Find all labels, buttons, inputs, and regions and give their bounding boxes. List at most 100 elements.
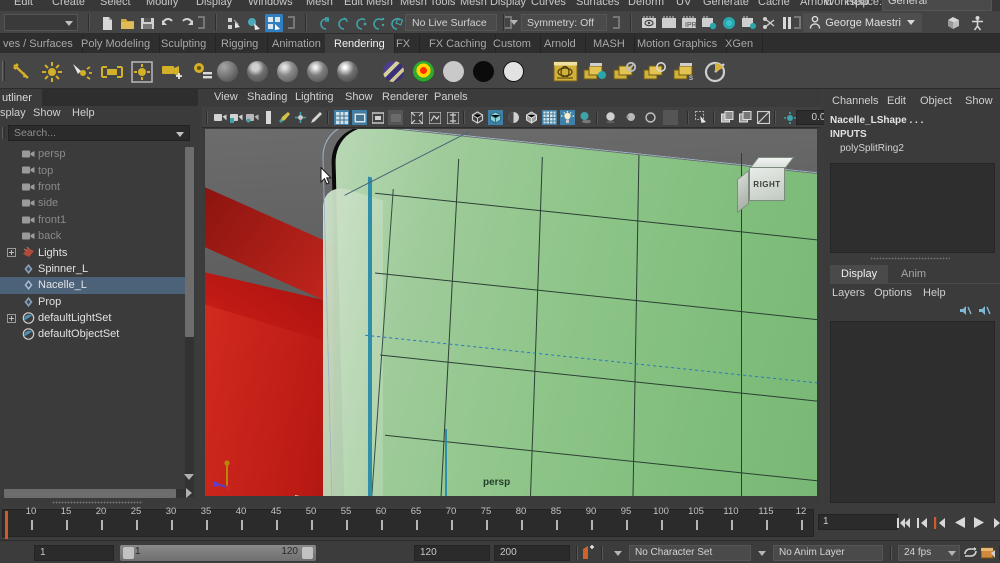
- outliner-item-defaultlightset[interactable]: defaultLightSet: [0, 310, 190, 326]
- menu-set-selector[interactable]: [4, 14, 78, 31]
- outliner-item-defaultobjectset[interactable]: defaultObjectSet: [0, 326, 190, 342]
- gate-mask-icon[interactable]: [388, 110, 403, 125]
- ramp-shader-icon[interactable]: [410, 58, 437, 85]
- texture-toggle-icon[interactable]: [542, 110, 557, 125]
- outliner-vertical-scroll-thumb[interactable]: [185, 147, 194, 337]
- phonge-material-icon[interactable]: [304, 58, 331, 85]
- xray-joints-icon[interactable]: [445, 110, 460, 125]
- toolbar-collapse-handle[interactable]: [794, 16, 801, 29]
- menu-surfaces[interactable]: Surfaces: [576, 0, 619, 8]
- loop-playback-button[interactable]: [963, 545, 978, 560]
- outliner-horizontal-scroll-thumb[interactable]: [4, 489, 176, 498]
- pencil-icon[interactable]: [309, 110, 324, 125]
- range-slider-left-handle[interactable]: [123, 547, 134, 559]
- exposure-gizmo-icon[interactable]: [782, 110, 797, 125]
- view-cube-front-face[interactable]: RIGHT: [749, 167, 785, 201]
- anim-end-field[interactable]: 200: [494, 545, 570, 561]
- ipr-render-icon[interactable]: IPR: [680, 14, 698, 32]
- user-account-button[interactable]: George Maestri: [803, 13, 922, 32]
- outliner-grip-handle[interactable]: [2, 127, 5, 139]
- show-render-view-icon[interactable]: [640, 14, 658, 32]
- go-to-start-button[interactable]: [896, 515, 911, 530]
- undo-icon[interactable]: [158, 14, 176, 32]
- display-layer-icon[interactable]: [720, 110, 735, 125]
- multisample-icon[interactable]: [643, 110, 658, 125]
- play-backwards-button[interactable]: [952, 515, 967, 530]
- outliner-item-nacelle-l[interactable]: Nacelle_L: [0, 277, 190, 294]
- select-by-component-icon[interactable]: [265, 14, 283, 32]
- anim-layer-selector[interactable]: No Anim Layer: [773, 545, 883, 561]
- render-sequence-icon[interactable]: s: [672, 58, 699, 85]
- range-slider-right-handle[interactable]: [302, 547, 313, 559]
- render-settings-icon[interactable]: [700, 14, 718, 32]
- menu-deform[interactable]: Deform: [628, 0, 664, 8]
- toggle-editors-icon[interactable]: [760, 14, 778, 32]
- ipr-render-icon[interactable]: [642, 58, 669, 85]
- shelf-tab-custom[interactable]: Custom: [484, 34, 541, 53]
- expand-toggle-icon[interactable]: [7, 313, 16, 323]
- layer-playback-icon[interactable]: [979, 305, 991, 316]
- menu-mesh[interactable]: Mesh: [306, 0, 333, 8]
- snapshot-icon[interactable]: [756, 110, 771, 125]
- wireframe-on-shaded-icon[interactable]: [524, 110, 539, 125]
- step-back-frame-button[interactable]: [932, 515, 947, 530]
- shelf-tab-fx[interactable]: FX: [387, 34, 421, 53]
- layered-shader-icon[interactable]: [380, 58, 407, 85]
- scroll-right-arrow-icon[interactable]: [186, 488, 192, 498]
- paint-effects-icon[interactable]: [293, 110, 308, 125]
- viewport-canvas[interactable]: RIGHT persp: [205, 129, 817, 496]
- current-frame-field[interactable]: 1: [818, 514, 898, 530]
- shelf-tab-sculpting[interactable]: Sculpting: [152, 34, 217, 53]
- auto-key-button[interactable]: [581, 545, 596, 560]
- outliner-item-prop[interactable]: Prop: [0, 294, 190, 310]
- toolbar-collapse-handle[interactable]: [613, 16, 620, 29]
- surface-shader-icon[interactable]: [440, 58, 467, 85]
- image-plane-icon[interactable]: [261, 110, 276, 125]
- resolution-gate-icon[interactable]: [370, 110, 385, 125]
- snap-to-point-icon[interactable]: [351, 14, 369, 32]
- camera-attributes-icon[interactable]: [245, 110, 260, 125]
- live-surface-field[interactable]: No Live Surface: [405, 14, 497, 31]
- expand-toggle-icon[interactable]: [7, 248, 16, 258]
- symmetry-selector[interactable]: Symmetry: Off: [521, 14, 607, 31]
- channelbox-menu-show[interactable]: Show: [965, 95, 993, 107]
- grease-pencil-icon[interactable]: [277, 110, 292, 125]
- layers-menu-help[interactable]: Help: [923, 287, 946, 299]
- outliner-menu-help[interactable]: Help: [72, 107, 95, 119]
- lighting-toggle-icon[interactable]: [560, 110, 575, 125]
- shelf-tab-rigging[interactable]: Rigging: [212, 34, 269, 53]
- render-view-icon[interactable]: [582, 58, 609, 85]
- step-forward-frame-button[interactable]: [990, 515, 1000, 530]
- render-current-frame-icon[interactable]: [612, 58, 639, 85]
- channelbox-menu-channels[interactable]: Channels: [832, 95, 878, 107]
- outliner-tab[interactable]: utliner: [0, 89, 42, 106]
- select-by-hierarchy-icon[interactable]: [225, 14, 243, 32]
- anim-start-field[interactable]: 120: [414, 545, 490, 561]
- anisotropic-material-icon[interactable]: [334, 58, 361, 85]
- outliner-item-spinner-l[interactable]: Spinner_L: [0, 261, 190, 277]
- snap-to-view-plane-icon[interactable]: [387, 14, 405, 32]
- ambient-light-icon[interactable]: [8, 58, 35, 85]
- tab-display[interactable]: Display: [830, 265, 889, 283]
- panel-resize-dots[interactable]: [52, 501, 142, 504]
- menu-curves[interactable]: Curves: [531, 0, 566, 8]
- outliner-menu-show[interactable]: Show: [33, 107, 61, 119]
- xray-icon[interactable]: [427, 110, 442, 125]
- viewport-menu-show[interactable]: Show: [345, 91, 373, 103]
- select-by-object-icon[interactable]: [245, 14, 263, 32]
- viewport-menu-renderer[interactable]: Renderer: [382, 91, 428, 103]
- blinn-material-icon[interactable]: [244, 58, 271, 85]
- select-camera-icon[interactable]: [213, 110, 228, 125]
- character-set-selector[interactable]: No Character Set: [629, 545, 751, 561]
- viewport-menu-panels[interactable]: Panels: [434, 91, 468, 103]
- scroll-down-arrow-icon[interactable]: [184, 474, 194, 480]
- playblast-button[interactable]: [981, 545, 996, 560]
- phong-material-icon[interactable]: [274, 58, 301, 85]
- viewport-menu-lighting[interactable]: Lighting: [295, 91, 334, 103]
- snap-to-grid-icon[interactable]: [315, 14, 333, 32]
- area-light-icon[interactable]: [128, 58, 155, 85]
- snap-to-projected-center-icon[interactable]: [369, 14, 387, 32]
- current-time-marker[interactable]: [5, 511, 8, 539]
- shelf-tab-rendering[interactable]: Rendering: [325, 34, 395, 53]
- shelf-tab-xgen[interactable]: XGen: [716, 34, 764, 53]
